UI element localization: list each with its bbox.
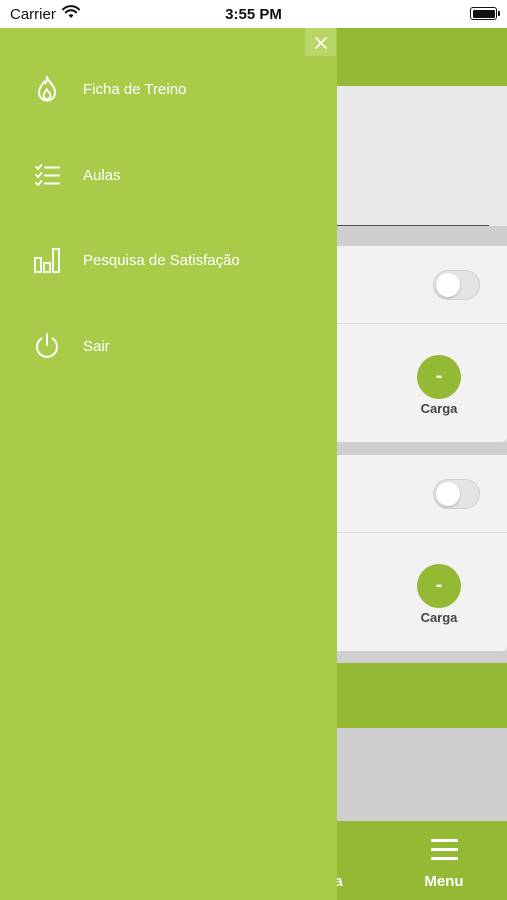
battery-icon [470,7,500,20]
power-icon [32,331,62,361]
menu-item-label: Pesquisa de Satisfação [83,252,240,269]
carga-label: Carga [420,401,458,416]
flame-icon [32,74,62,104]
menu-item-label: Sair [83,338,110,355]
menu-item-label: Aulas [83,167,121,184]
tab-menu-label: Menu [424,873,464,890]
tab-menu[interactable]: Menu [404,839,484,890]
hamburger-menu-icon [430,839,458,860]
menu-item-sair[interactable]: Sair [0,316,337,376]
menu-item-aulas[interactable]: Aulas [0,145,337,205]
exercise-toggle[interactable] [433,479,480,509]
close-drawer-button[interactable] [305,28,336,56]
carga-label: Carga [420,610,458,625]
exercise-toggle[interactable] [433,270,480,300]
carga-button[interactable]: - [417,355,461,399]
menu-item-ficha-de-treino[interactable]: Ficha de Treino [0,59,337,119]
close-icon [314,29,328,54]
status-time: 3:55 PM [225,6,282,23]
side-drawer: Ficha de Treino Aulas Pesquisa de Satisf… [0,28,337,900]
status-bar: Carrier 3:55 PM [0,0,507,28]
menu-item-label: Ficha de Treino [83,81,187,98]
checklist-icon [32,160,62,190]
menu-item-pesquisa-de-satisfacao[interactable]: Pesquisa de Satisfação [0,230,337,290]
carga-button[interactable]: - [417,564,461,608]
bar-chart-icon [32,245,62,275]
